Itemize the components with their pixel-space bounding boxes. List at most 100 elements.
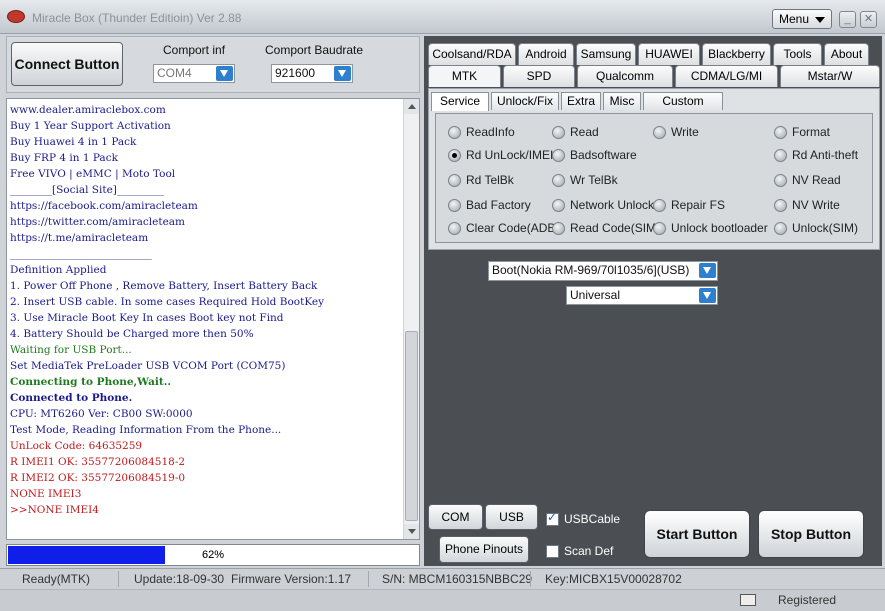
log-line: Buy 1 Year Support Activation [10,120,171,132]
log-line: www.dealer.amiraclebox.com [10,104,166,116]
dropdown-arrow-icon[interactable] [334,66,351,81]
comport-label: Comport inf [163,43,226,57]
scroll-up-icon[interactable] [404,99,419,114]
log-line: R IMEI1 OK: 35577206084518-2 [10,456,186,468]
comport-select[interactable]: COM4 [153,64,235,83]
tab-huawei[interactable]: HUAWEI [638,43,700,65]
log-line: 4. Battery Should be Charged more then 5… [10,328,254,340]
log-scrollbar[interactable] [403,99,419,539]
log-line: Free VIVO | eMMC | Moto Tool [10,168,176,180]
progress-label: 62% [201,549,225,561]
log-line: 3. Use Miracle Boot Key In cases Boot ke… [10,312,284,324]
baudrate-label: Comport Baudrate [265,43,364,57]
footer-bar: Registered [0,589,885,611]
log-line: 1. Power Off Phone , Remove Battery, Ins… [10,280,318,292]
baudrate-value: 921600 [275,66,316,80]
connect-button[interactable]: Connect Button [11,42,123,86]
tab-tools[interactable]: Tools [773,43,822,65]
log-line: Waiting for USB Port... [10,344,132,356]
app-logo-icon [7,10,25,23]
status-serial: S/N: MBCM160315NBBC29 [382,572,533,586]
status-state: Ready(MTK) [22,572,91,586]
option-read[interactable]: Read [552,124,599,140]
minimize-button[interactable]: _ [839,11,856,28]
start-button[interactable]: Start Button [644,510,750,558]
tab-mstar-w[interactable]: Mstar/W [780,65,880,87]
dropdown-arrow-icon[interactable] [699,263,716,278]
tab-blackberry[interactable]: Blackberry [702,43,771,65]
status-key: Key:MICBX15V00028702 [545,572,682,586]
option-network-unlock[interactable]: Network Unlock [552,197,654,213]
option-rd-unlock-imei[interactable]: Rd UnLock/IMEI [448,147,553,163]
scan-def-checkbox[interactable]: Scan Def [546,544,613,558]
log-output[interactable]: www.dealer.amiraclebox.com Buy 1 Year Sup… [6,98,420,540]
log-line: Connected to Phone. [10,392,133,404]
tab-coolsand-rda[interactable]: Coolsand/RDA [428,43,516,65]
dropdown-arrow-icon[interactable] [699,288,716,303]
option-unlock-sim[interactable]: Unlock(SIM) [774,220,858,236]
status-firmware: Firmware Version:1.17 [231,572,352,586]
log-line: https://t.me/amiracleteam [10,232,149,244]
title-bar: Miracle Box (Thunder Editioin) Ver 2.88 … [0,0,885,34]
option-read-code-sim[interactable]: Read Code(SIM) [552,220,660,236]
log-line: https://facebook.com/amiracleteam [10,200,198,212]
scroll-down-icon[interactable] [404,524,419,539]
log-line: Definition Applied [10,264,107,276]
option-unlock-bootloader[interactable]: Unlock bootloader [653,220,768,236]
subtab-extra[interactable]: Extra [561,92,601,110]
option-badsoftware[interactable]: Badsoftware [552,147,637,163]
action-panel: COM Scan USB Scan USBCable Phone Pinouts… [424,498,882,566]
log-line: 2. Insert USB cable. In some cases Requi… [10,296,325,308]
log-line: ________[Social Site]_________ [10,184,165,196]
phone-pinouts-button[interactable]: Phone Pinouts [439,536,529,563]
usbcable-checkbox[interactable]: USBCable [546,510,620,526]
status-bar: Ready(MTK) Update:18-09-30 Firmware Vers… [0,568,885,589]
option-repair-fs[interactable]: Repair FS [653,197,725,213]
log-line: Set MediaTek PreLoader USB VCOM Port (CO… [10,360,286,372]
option-nv-read[interactable]: NV Read [774,172,841,188]
tab-samsung[interactable]: Samsung [576,43,636,65]
close-button[interactable]: ✕ [860,11,877,28]
tab-mtk[interactable]: MTK [428,65,501,87]
tab-about[interactable]: About [824,43,869,65]
stop-button[interactable]: Stop Button [758,510,864,558]
chevron-down-icon [815,17,825,23]
menu-button[interactable]: Menu [772,9,832,29]
keyboard-icon [740,594,756,606]
model-select[interactable]: Boot(Nokia RM-969/70l1035/6](USB) [488,261,718,281]
status-update: Update:18-09-30 [134,572,225,586]
tab-qualcomm[interactable]: Qualcomm [577,65,673,87]
menu-label: Menu [779,12,810,26]
comport-value: COM4 [157,66,192,80]
com-scan-button[interactable]: COM Scan [428,504,483,548]
option-nv-write[interactable]: NV Write [774,197,840,213]
service-panel: ServiceUnlock/FixExtraMiscCustom Setting… [428,88,880,250]
mode-select[interactable]: Universal [566,286,718,305]
log-line: Buy FRP 4 in 1 Pack [10,152,118,164]
scroll-thumb[interactable] [405,331,418,521]
log-line: >>NONE IMEI4 [10,504,99,516]
usb-scan-button[interactable]: USB Scan [485,504,538,548]
subtab-service[interactable]: Service [431,92,489,111]
option-format[interactable]: Format [774,124,830,140]
subtab-misc[interactable]: Misc [603,92,641,110]
option-clear-code-adb[interactable]: Clear Code(ADB) [448,220,559,236]
dropdown-arrow-icon[interactable] [216,66,233,81]
option-wr-telbk[interactable]: Wr TelBk [552,172,618,188]
progress-bar: 62% [6,544,420,566]
option-readinfo[interactable]: ReadInfo [448,124,515,140]
option-write[interactable]: Write [653,124,699,140]
baudrate-select[interactable]: 921600 [271,64,353,83]
status-divider [118,571,119,587]
status-divider [530,571,531,587]
option-rd-anti-theft[interactable]: Rd Anti-theft [774,147,858,163]
log-line: R IMEI2 OK: 35577206084519-0 [10,472,186,484]
tab-spd[interactable]: SPD [503,65,575,87]
option-bad-factory[interactable]: Bad Factory [448,197,531,213]
subtab-unlock-fix[interactable]: Unlock/Fix [491,92,559,110]
tab-android[interactable]: Android [518,43,574,65]
tab-cdma-lg-mi[interactable]: CDMA/LG/MI [675,65,778,87]
option-rd-telbk[interactable]: Rd TelBk [448,172,514,188]
window-title: Miracle Box (Thunder Editioin) Ver 2.88 [32,11,242,25]
subtab-custom-setting[interactable]: Custom Setting [643,92,723,125]
